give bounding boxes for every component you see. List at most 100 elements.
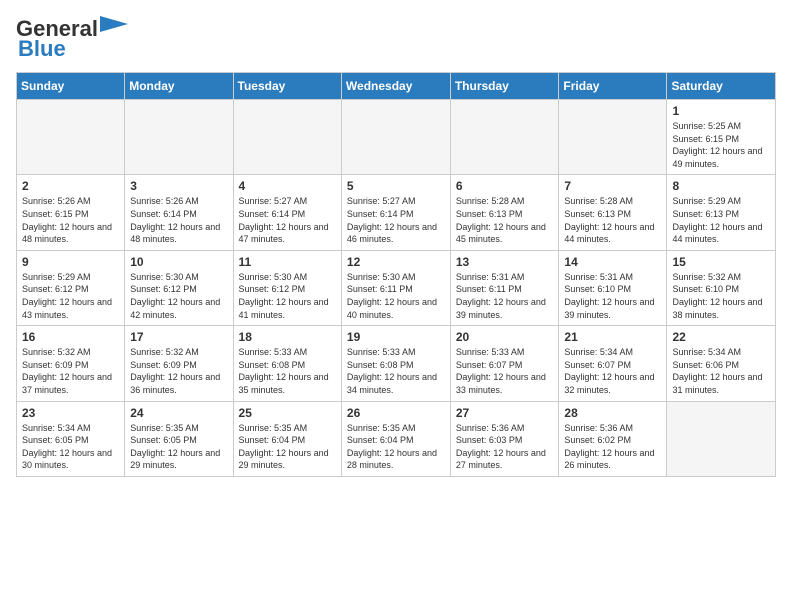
day-number: 16 <box>22 330 119 344</box>
day-info: Sunrise: 5:34 AM Sunset: 6:07 PM Dayligh… <box>564 346 661 396</box>
calendar-cell: 27 Sunrise: 5:36 AM Sunset: 6:03 PM Dayl… <box>450 401 559 476</box>
day-info: Sunrise: 5:31 AM Sunset: 6:11 PM Dayligh… <box>456 271 554 321</box>
day-info: Sunrise: 5:26 AM Sunset: 6:15 PM Dayligh… <box>22 195 119 245</box>
weekday-header-tuesday: Tuesday <box>233 73 341 100</box>
day-info: Sunrise: 5:33 AM Sunset: 6:07 PM Dayligh… <box>456 346 554 396</box>
calendar-cell: 11 Sunrise: 5:30 AM Sunset: 6:12 PM Dayl… <box>233 250 341 325</box>
day-info: Sunrise: 5:27 AM Sunset: 6:14 PM Dayligh… <box>239 195 336 245</box>
day-number: 5 <box>347 179 445 193</box>
calendar-cell: 7 Sunrise: 5:28 AM Sunset: 6:13 PM Dayli… <box>559 175 667 250</box>
calendar-cell: 21 Sunrise: 5:34 AM Sunset: 6:07 PM Dayl… <box>559 326 667 401</box>
calendar-cell: 9 Sunrise: 5:29 AM Sunset: 6:12 PM Dayli… <box>17 250 125 325</box>
weekday-header-wednesday: Wednesday <box>341 73 450 100</box>
day-number: 24 <box>130 406 227 420</box>
calendar-cell: 15 Sunrise: 5:32 AM Sunset: 6:10 PM Dayl… <box>667 250 776 325</box>
day-number: 7 <box>564 179 661 193</box>
page-header: General Blue <box>16 16 776 62</box>
day-info: Sunrise: 5:34 AM Sunset: 6:06 PM Dayligh… <box>672 346 770 396</box>
day-info: Sunrise: 5:26 AM Sunset: 6:14 PM Dayligh… <box>130 195 227 245</box>
day-info: Sunrise: 5:32 AM Sunset: 6:09 PM Dayligh… <box>22 346 119 396</box>
weekday-header-thursday: Thursday <box>450 73 559 100</box>
day-info: Sunrise: 5:32 AM Sunset: 6:10 PM Dayligh… <box>672 271 770 321</box>
day-number: 10 <box>130 255 227 269</box>
day-number: 15 <box>672 255 770 269</box>
day-info: Sunrise: 5:33 AM Sunset: 6:08 PM Dayligh… <box>347 346 445 396</box>
calendar-week-row: 16 Sunrise: 5:32 AM Sunset: 6:09 PM Dayl… <box>17 326 776 401</box>
day-number: 6 <box>456 179 554 193</box>
calendar-week-row: 23 Sunrise: 5:34 AM Sunset: 6:05 PM Dayl… <box>17 401 776 476</box>
calendar-cell: 3 Sunrise: 5:26 AM Sunset: 6:14 PM Dayli… <box>125 175 233 250</box>
day-number: 26 <box>347 406 445 420</box>
day-number: 21 <box>564 330 661 344</box>
day-info: Sunrise: 5:32 AM Sunset: 6:09 PM Dayligh… <box>130 346 227 396</box>
day-info: Sunrise: 5:35 AM Sunset: 6:04 PM Dayligh… <box>347 422 445 472</box>
calendar-cell <box>125 100 233 175</box>
day-number: 28 <box>564 406 661 420</box>
day-info: Sunrise: 5:36 AM Sunset: 6:03 PM Dayligh… <box>456 422 554 472</box>
calendar-cell: 14 Sunrise: 5:31 AM Sunset: 6:10 PM Dayl… <box>559 250 667 325</box>
day-number: 8 <box>672 179 770 193</box>
calendar-cell: 10 Sunrise: 5:30 AM Sunset: 6:12 PM Dayl… <box>125 250 233 325</box>
calendar-cell: 16 Sunrise: 5:32 AM Sunset: 6:09 PM Dayl… <box>17 326 125 401</box>
day-info: Sunrise: 5:30 AM Sunset: 6:12 PM Dayligh… <box>239 271 336 321</box>
day-info: Sunrise: 5:30 AM Sunset: 6:11 PM Dayligh… <box>347 271 445 321</box>
day-info: Sunrise: 5:31 AM Sunset: 6:10 PM Dayligh… <box>564 271 661 321</box>
calendar-header-row: SundayMondayTuesdayWednesdayThursdayFrid… <box>17 73 776 100</box>
weekday-header-saturday: Saturday <box>667 73 776 100</box>
calendar-cell: 18 Sunrise: 5:33 AM Sunset: 6:08 PM Dayl… <box>233 326 341 401</box>
calendar-cell: 22 Sunrise: 5:34 AM Sunset: 6:06 PM Dayl… <box>667 326 776 401</box>
calendar-cell: 8 Sunrise: 5:29 AM Sunset: 6:13 PM Dayli… <box>667 175 776 250</box>
calendar-cell: 6 Sunrise: 5:28 AM Sunset: 6:13 PM Dayli… <box>450 175 559 250</box>
calendar-cell: 20 Sunrise: 5:33 AM Sunset: 6:07 PM Dayl… <box>450 326 559 401</box>
day-number: 11 <box>239 255 336 269</box>
calendar-cell <box>17 100 125 175</box>
day-number: 12 <box>347 255 445 269</box>
day-info: Sunrise: 5:29 AM Sunset: 6:13 PM Dayligh… <box>672 195 770 245</box>
calendar-cell <box>341 100 450 175</box>
day-info: Sunrise: 5:33 AM Sunset: 6:08 PM Dayligh… <box>239 346 336 396</box>
day-number: 25 <box>239 406 336 420</box>
day-info: Sunrise: 5:35 AM Sunset: 6:05 PM Dayligh… <box>130 422 227 472</box>
day-number: 13 <box>456 255 554 269</box>
calendar-cell <box>233 100 341 175</box>
logo-flag-icon <box>100 16 130 38</box>
calendar-cell: 26 Sunrise: 5:35 AM Sunset: 6:04 PM Dayl… <box>341 401 450 476</box>
logo-blue: Blue <box>18 36 66 62</box>
calendar-cell: 28 Sunrise: 5:36 AM Sunset: 6:02 PM Dayl… <box>559 401 667 476</box>
day-info: Sunrise: 5:28 AM Sunset: 6:13 PM Dayligh… <box>564 195 661 245</box>
day-info: Sunrise: 5:36 AM Sunset: 6:02 PM Dayligh… <box>564 422 661 472</box>
day-info: Sunrise: 5:30 AM Sunset: 6:12 PM Dayligh… <box>130 271 227 321</box>
calendar-cell: 13 Sunrise: 5:31 AM Sunset: 6:11 PM Dayl… <box>450 250 559 325</box>
calendar-cell <box>559 100 667 175</box>
calendar-week-row: 2 Sunrise: 5:26 AM Sunset: 6:15 PM Dayli… <box>17 175 776 250</box>
day-number: 19 <box>347 330 445 344</box>
calendar-cell: 12 Sunrise: 5:30 AM Sunset: 6:11 PM Dayl… <box>341 250 450 325</box>
day-number: 23 <box>22 406 119 420</box>
day-number: 17 <box>130 330 227 344</box>
calendar-cell <box>450 100 559 175</box>
calendar-cell: 24 Sunrise: 5:35 AM Sunset: 6:05 PM Dayl… <box>125 401 233 476</box>
logo: General Blue <box>16 16 130 62</box>
weekday-header-sunday: Sunday <box>17 73 125 100</box>
calendar-cell: 17 Sunrise: 5:32 AM Sunset: 6:09 PM Dayl… <box>125 326 233 401</box>
day-number: 18 <box>239 330 336 344</box>
calendar-cell: 23 Sunrise: 5:34 AM Sunset: 6:05 PM Dayl… <box>17 401 125 476</box>
day-info: Sunrise: 5:28 AM Sunset: 6:13 PM Dayligh… <box>456 195 554 245</box>
calendar-cell <box>667 401 776 476</box>
day-info: Sunrise: 5:25 AM Sunset: 6:15 PM Dayligh… <box>672 120 770 170</box>
day-info: Sunrise: 5:27 AM Sunset: 6:14 PM Dayligh… <box>347 195 445 245</box>
day-number: 20 <box>456 330 554 344</box>
calendar-cell: 25 Sunrise: 5:35 AM Sunset: 6:04 PM Dayl… <box>233 401 341 476</box>
calendar-week-row: 9 Sunrise: 5:29 AM Sunset: 6:12 PM Dayli… <box>17 250 776 325</box>
calendar-cell: 5 Sunrise: 5:27 AM Sunset: 6:14 PM Dayli… <box>341 175 450 250</box>
calendar-cell: 19 Sunrise: 5:33 AM Sunset: 6:08 PM Dayl… <box>341 326 450 401</box>
day-number: 27 <box>456 406 554 420</box>
calendar-cell: 4 Sunrise: 5:27 AM Sunset: 6:14 PM Dayli… <box>233 175 341 250</box>
day-number: 9 <box>22 255 119 269</box>
day-number: 4 <box>239 179 336 193</box>
day-number: 14 <box>564 255 661 269</box>
calendar-cell: 2 Sunrise: 5:26 AM Sunset: 6:15 PM Dayli… <box>17 175 125 250</box>
calendar-table: SundayMondayTuesdayWednesdayThursdayFrid… <box>16 72 776 477</box>
day-info: Sunrise: 5:29 AM Sunset: 6:12 PM Dayligh… <box>22 271 119 321</box>
calendar-cell: 1 Sunrise: 5:25 AM Sunset: 6:15 PM Dayli… <box>667 100 776 175</box>
